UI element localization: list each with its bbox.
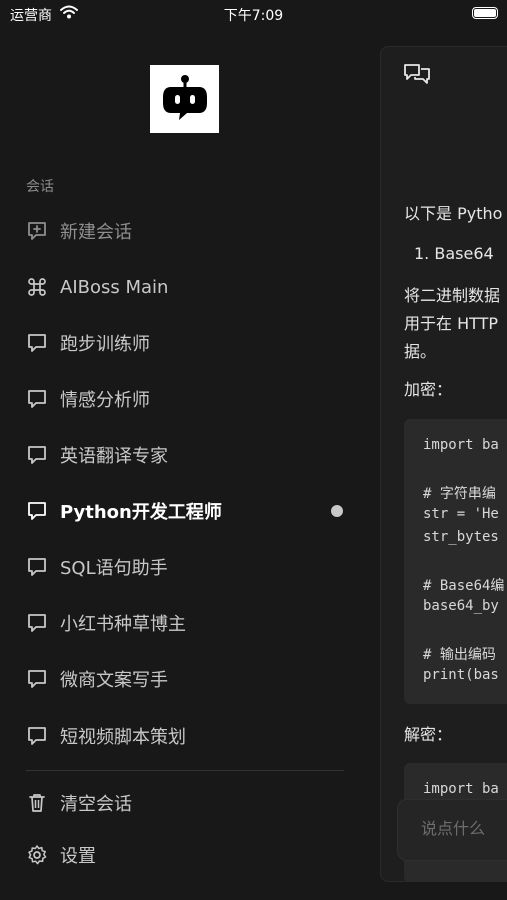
code-line: print(bas	[423, 667, 499, 683]
chat-bubble-icon	[28, 558, 46, 576]
sidebar-item-label: AIBoss Main	[60, 276, 169, 298]
sidebar-item-english-translator[interactable]: 英语翻译专家	[0, 433, 378, 477]
sidebar-item-aiboss-main[interactable]: AIBoss Main	[0, 265, 378, 309]
chat-bubble-icon	[28, 727, 46, 745]
sidebar-item-label: 情感分析师	[60, 390, 150, 411]
clock: 下午7:09	[223, 8, 284, 24]
code-line: import ba	[423, 437, 499, 453]
chat-bubble-icon	[28, 502, 46, 520]
settings-label: 设置	[60, 846, 96, 867]
sidebar-item-wechat-copywriter[interactable]: 微商文案写手	[0, 657, 378, 701]
sidebar: 会话 新建会话 AIBoss Main 跑步训练师 情感分析师 英语翻译专家 P…	[0, 30, 378, 900]
clear-conversations-label: 清空会话	[60, 794, 132, 815]
new-chat-label: 新建会话	[60, 222, 132, 243]
conversations-icon[interactable]	[403, 63, 431, 87]
sidebar-item-label: 短视频脚本策划	[60, 727, 186, 748]
active-indicator	[331, 505, 343, 517]
sidebar-item-sentiment-analyst[interactable]: 情感分析师	[0, 377, 378, 421]
decrypt-label: 解密：	[404, 725, 453, 744]
code-line: # 输出编码	[423, 647, 496, 663]
code-line: base64_by	[423, 598, 499, 614]
message-input-container[interactable]	[397, 799, 507, 861]
command-icon	[28, 278, 46, 296]
sidebar-item-label: 小红书种草博主	[60, 614, 186, 635]
chat-bubble-icon	[28, 614, 46, 632]
sidebar-item-running-coach[interactable]: 跑步训练师	[0, 321, 378, 365]
trash-icon	[29, 794, 45, 812]
sidebar-item-label: 英语翻译专家	[60, 446, 168, 467]
status-bar: 运营商 下午7:09	[0, 0, 507, 30]
code-line: # 字符串编	[423, 486, 496, 502]
sidebar-item-python-engineer[interactable]: Python开发工程师	[0, 489, 378, 533]
message-intro: 以下是 Pytho	[404, 204, 503, 223]
chat-bubble-icon	[28, 446, 46, 464]
sidebar-item-xiaohongshu-blogger[interactable]: 小红书种草博主	[0, 601, 378, 645]
gear-icon	[28, 845, 47, 865]
sidebar-item-label: SQL语句助手	[60, 558, 168, 579]
message-paragraph-line: 用于在 HTTP	[404, 314, 499, 333]
section-label-conversations: 会话	[26, 179, 54, 195]
sidebar-item-label: Python开发工程师	[60, 502, 222, 523]
sidebar-item-label: 微商文案写手	[60, 670, 168, 691]
sidebar-divider	[26, 770, 344, 771]
sidebar-item-label: 跑步训练师	[60, 334, 150, 355]
new-chat-button[interactable]: 新建会话	[0, 209, 378, 253]
chat-panel: 以下是 Pytho 1. Base64 将二进制数据 用于在 HTTP 据。 加…	[380, 46, 507, 882]
code-line: # Base64编	[423, 578, 505, 594]
code-line: import ba	[423, 781, 499, 797]
message-list-item: 1. Base64	[414, 244, 494, 263]
code-line: str = 'He	[423, 506, 499, 522]
settings-button[interactable]: 设置	[0, 833, 378, 877]
chat-bubble-icon	[28, 390, 46, 408]
clear-conversations-button[interactable]: 清空会话	[0, 781, 378, 825]
code-line: str_bytes	[423, 529, 499, 545]
chat-bubble-icon	[28, 334, 46, 352]
sidebar-item-video-script-planner[interactable]: 短视频脚本策划	[0, 714, 378, 758]
message-paragraph-line: 据。	[404, 342, 437, 361]
encrypt-label: 加密：	[404, 380, 453, 399]
robot-logo-icon	[162, 75, 207, 120]
code-block-encrypt: import ba # 字符串编 str = 'He str_bytes # B…	[404, 419, 507, 704]
battery-icon	[472, 7, 498, 19]
sidebar-item-sql-assistant[interactable]: SQL语句助手	[0, 545, 378, 589]
app-logo	[150, 65, 219, 133]
message-input[interactable]	[419, 818, 507, 839]
message-paragraph-line: 将二进制数据	[404, 286, 501, 305]
chat-bubble-icon	[28, 670, 46, 688]
new-chat-icon	[28, 222, 46, 240]
